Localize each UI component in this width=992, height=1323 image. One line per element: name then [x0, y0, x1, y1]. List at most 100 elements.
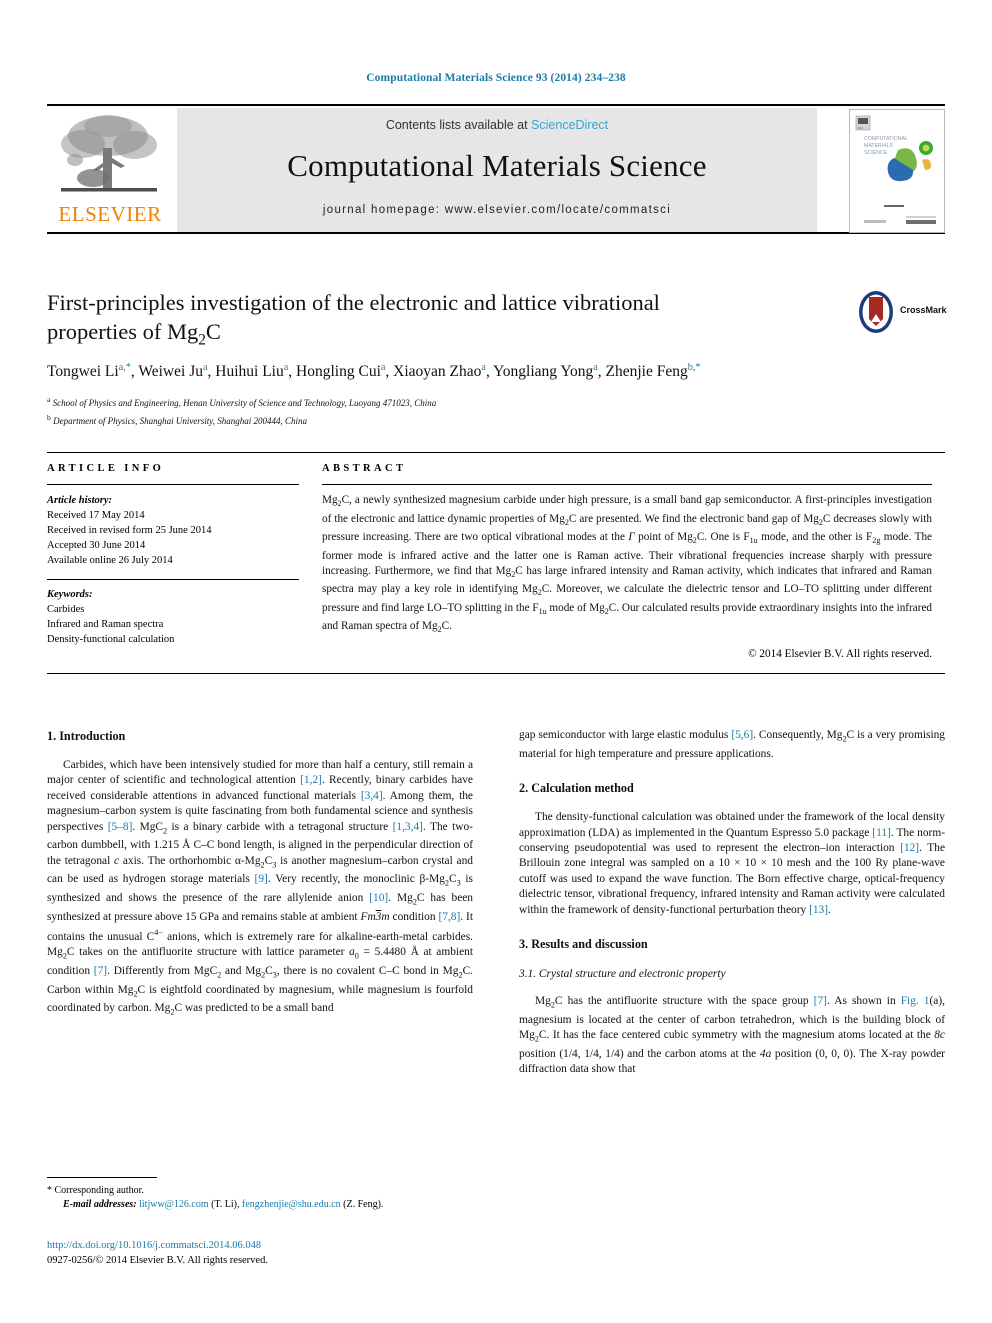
citation-ref[interactable]: [12]: [900, 842, 919, 854]
author-item: Tongwei Lia,*: [47, 362, 131, 381]
section-heading-introduction: 1. Introduction: [47, 729, 126, 743]
journal-homepage[interactable]: journal homepage: www.elsevier.com/locat…: [177, 204, 817, 216]
citation-ref[interactable]: [1,3,4]: [393, 821, 423, 833]
citation-ref[interactable]: [7]: [814, 995, 827, 1007]
keywords-label: Keywords:: [47, 589, 93, 600]
corresponding-author-note: * Corresponding author.: [47, 1185, 144, 1196]
article-history-item: Available online 26 July 2014: [47, 555, 173, 566]
affiliation-text: Department of Physics, Shanghai Universi…: [53, 415, 308, 426]
author-item: Hongling Cuia: [296, 362, 386, 381]
email-suffix-2: (Z. Feng).: [343, 1199, 384, 1210]
svg-text:COMPUTATIONAL: COMPUTATIONAL: [864, 136, 908, 142]
journal-cover-thumbnail: SCI COMPUTATIONAL MATERIALS SCIENCE: [849, 109, 945, 233]
article-history-item: Received 17 May 2014: [47, 510, 145, 521]
doi-link[interactable]: http://dx.doi.org/10.1016/j.commatsci.20…: [47, 1238, 473, 1253]
author-affiliation-mark: b,*: [687, 362, 701, 373]
citation-ref[interactable]: [1,2]: [300, 774, 322, 786]
article-history-item: Received in revised form 25 June 2014: [47, 525, 212, 536]
citation-ref[interactable]: [11]: [872, 827, 891, 839]
doi-block: http://dx.doi.org/10.1016/j.commatsci.20…: [47, 1238, 473, 1268]
paper-title-line2-pre: properties of Mg: [47, 319, 199, 344]
email-link-1[interactable]: litjww@126.com: [139, 1199, 208, 1210]
divider: [47, 484, 299, 485]
author-affiliation-mark: a: [481, 362, 486, 373]
author-item: Huihui Liua: [215, 362, 289, 381]
body-paragraph: The density-functional calculation was o…: [519, 811, 945, 916]
title-block: First-principles investigation of the el…: [47, 288, 847, 355]
journal-article-page: Computational Materials Science 93 (2014…: [0, 0, 992, 1323]
article-history-item: Accepted 30 June 2014: [47, 540, 146, 551]
subsection-heading-crystal-structure: 3.1. Crystal structure and electronic pr…: [519, 967, 726, 980]
abstract-copyright: © 2014 Elsevier B.V. All rights reserved…: [748, 648, 932, 661]
abstract-column: ABSTRACT Mg2C, a newly synthesized magne…: [322, 463, 932, 660]
elsevier-logo: ELSEVIER: [47, 108, 173, 232]
body-paragraph: gap semiconductor with large elastic mod…: [519, 729, 946, 760]
body-paragraph: Mg2C has the antifluorite structure with…: [519, 994, 946, 1076]
author-affiliation-mark: a: [202, 362, 208, 373]
page-title: First-principles investigation of the el…: [47, 288, 847, 355]
sciencedirect-link[interactable]: ScienceDirect: [531, 118, 608, 132]
footnote-divider: [47, 1177, 157, 1178]
author-list: Tongwei Lia,*, Weiwei Jua, Huihui Liua, …: [47, 362, 701, 381]
article-info-column: ARTICLE INFO Article history: Received 1…: [47, 463, 299, 647]
author-affiliation-mark: a: [380, 362, 386, 373]
affiliation-item: a School of Physics and Engineering, Hen…: [47, 393, 747, 411]
info-abstract-section: ARTICLE INFO Article history: Received 1…: [47, 452, 945, 674]
email-link-2[interactable]: fengzhenjie@shu.edu.cn: [242, 1199, 341, 1210]
crossmark-label: CrossMark: [900, 305, 947, 315]
body-column-right: gap semiconductor with large elastic mod…: [519, 728, 945, 1078]
svg-text:SCI: SCI: [858, 126, 863, 130]
email-label: E-mail addresses:: [63, 1199, 137, 1210]
section-heading-calculation-method: 2. Calculation method: [519, 781, 634, 796]
citation-ref[interactable]: [5,6]: [731, 729, 753, 741]
email-addresses-note: E-mail addresses: litjww@126.com (T. Li)…: [47, 1198, 473, 1212]
author-affiliation-mark: a: [593, 362, 598, 373]
elsevier-tree-icon: [53, 112, 165, 200]
divider: [47, 579, 299, 580]
citation-ref[interactable]: [3,4]: [361, 790, 383, 802]
body-paragraph: Carbides, which have been intensively st…: [47, 759, 474, 1017]
figure-ref[interactable]: Fig. 1: [901, 995, 930, 1007]
author-item: Weiwei Jua: [138, 362, 208, 381]
abstract-text: Mg2C, a newly synthesized magnesium carb…: [322, 494, 933, 635]
affiliation-text: School of Physics and Engineering, Henan…: [52, 398, 437, 408]
issn-copyright-line: 0927-0256/© 2014 Elsevier B.V. All right…: [47, 1255, 268, 1266]
author-affiliation-mark: a,*: [118, 362, 131, 373]
affiliation-item: b Department of Physics, Shanghai Univer…: [47, 411, 747, 429]
citation-ref[interactable]: [5–8]: [108, 821, 133, 833]
paper-title-line2-post: C: [205, 319, 221, 344]
body-column-left: 1. Introduction Carbides, which have bee…: [47, 728, 473, 1020]
svg-text:MATERIALS: MATERIALS: [864, 143, 894, 149]
section-heading-results: 3. Results and discussion: [519, 936, 648, 951]
footnote-block: * Corresponding author. E-mail addresses…: [47, 1177, 473, 1212]
paper-title-subscript: 2: [198, 331, 206, 349]
author-item: Zhenjie Fengb,*: [605, 362, 701, 381]
article-info-heading: ARTICLE INFO: [47, 463, 165, 474]
crossmark-badge-group[interactable]: CrossMark: [856, 290, 947, 336]
abstract-heading: ABSTRACT: [322, 463, 407, 474]
divider: [322, 484, 932, 485]
article-history-label: Article history:: [47, 495, 113, 506]
citation-ref[interactable]: [13]: [809, 904, 828, 916]
email-suffix-1: (T. Li),: [211, 1199, 240, 1210]
affiliation-mark: a: [47, 395, 51, 404]
author-affiliation-mark: a: [283, 362, 289, 373]
paper-title-line1: First-principles investigation of the el…: [47, 290, 660, 315]
journal-title: Computational Materials Science: [287, 148, 707, 183]
journal-masthead: ELSEVIER Contents lists available at Sci…: [47, 104, 945, 234]
citation-ref[interactable]: [10]: [369, 892, 388, 904]
affiliation-mark: b: [47, 412, 51, 422]
contents-prefix: Contents lists available at: [385, 118, 532, 132]
running-head: Computational Materials Science 93 (2014…: [366, 72, 626, 84]
author-item: Xiaoyan Zhaoa: [393, 362, 486, 381]
elsevier-wordmark: ELSEVIER: [58, 202, 162, 226]
svg-text:SCIENCE: SCIENCE: [864, 150, 888, 156]
citation-ref[interactable]: [9]: [255, 873, 268, 885]
keyword-item: Carbides: [47, 604, 85, 615]
author-item: Yongliang Yonga: [493, 362, 598, 381]
citation-ref[interactable]: [7]: [94, 965, 107, 977]
citation-ref[interactable]: [7,8]: [438, 911, 460, 923]
crossmark-icon: [856, 290, 896, 334]
keyword-item: Infrared and Raman spectra: [47, 619, 164, 630]
contents-available-line: Contents lists available at ScienceDirec…: [177, 118, 817, 132]
